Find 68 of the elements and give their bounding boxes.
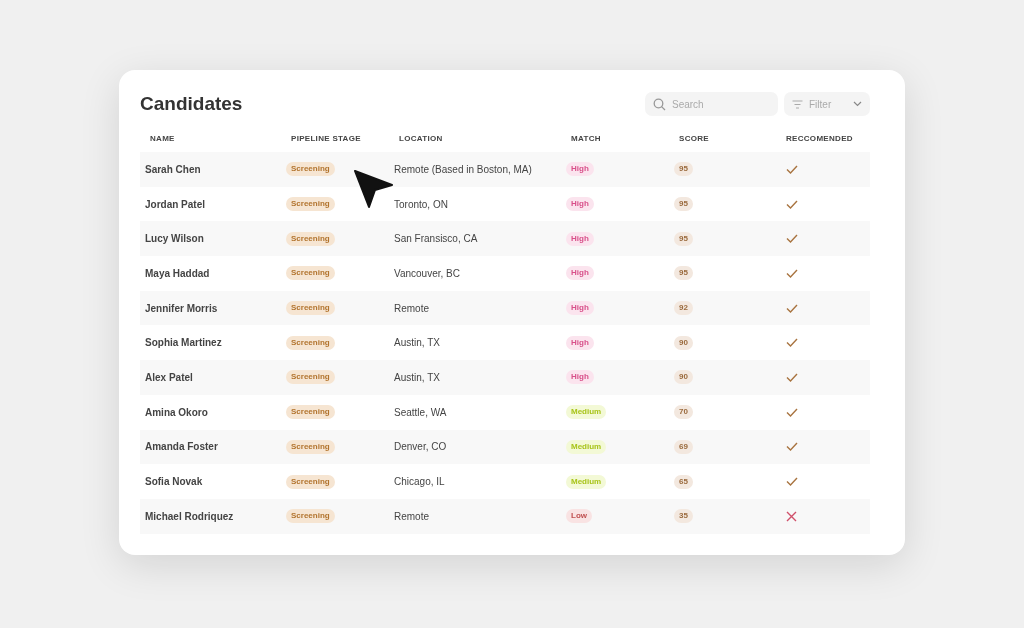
pointer-cursor-icon [354,170,394,208]
column-header: NAME [149,134,176,145]
candidate-name: Amina Okoro [145,406,208,418]
candidate-name: Alex Patel [145,371,193,383]
match-badge: Medium [566,405,607,420]
stage-badge: Screening [286,335,335,350]
match-badge: Medium [566,474,607,489]
filter-dropdown[interactable]: Filter [784,92,870,116]
score-badge: 35 [674,509,693,524]
stage-badge: Screening [286,370,335,385]
match-badge: High [566,266,594,281]
location-text: Denver, CO [394,441,447,453]
column-header: LOCATION [398,134,444,145]
candidate-name: Lucy Wilson [145,233,204,245]
stage-badge: Screening [286,197,335,212]
candidate-name: Sarah Chen [145,163,201,175]
search-icon [653,97,666,111]
location-text: Vancouver, BC [394,267,460,279]
candidate-name: Sophia Martinez [145,337,222,349]
score-badge: 92 [674,301,693,316]
location-text: Remote [394,302,429,314]
score-badge: 95 [674,266,693,281]
column-header: SCORE [678,134,710,145]
filter-icon [792,99,803,109]
candidate-name: Michael Rodriquez [145,510,234,522]
match-badge: Low [566,509,592,524]
score-badge: 69 [674,439,693,454]
location-text: San Fransisco, CA [394,233,478,245]
location-text: Austin, TX [394,371,440,383]
stage-badge: Screening [286,266,335,281]
candidate-name: Amanda Foster [145,441,218,453]
column-header: MATCH [570,134,602,145]
column-header: PIPELINE STAGE [290,134,362,145]
stage-badge: Screening [286,509,335,524]
stage-badge: Screening [286,231,335,246]
score-badge: 90 [674,335,693,350]
location-text: Toronto, ON [394,198,448,210]
match-badge: High [566,301,594,316]
match-badge: High [566,197,594,212]
candidate-name: Maya Haddad [145,267,210,279]
column-header: RECCOMENDED [785,134,854,145]
candidate-name: Jennifer Morris [145,302,218,314]
candidate-name: Jordan Patel [145,198,206,210]
location-text: Seattle, WA [394,406,447,418]
score-badge: 90 [674,370,693,385]
match-badge: High [566,162,594,177]
score-badge: 95 [674,162,693,177]
candidate-name: Sofia Novak [145,476,203,488]
location-text: Remote [394,510,429,522]
score-badge: 95 [674,197,693,212]
stage-badge: Screening [286,162,335,177]
score-badge: 70 [674,405,693,420]
stage-badge: Screening [286,301,335,316]
match-badge: High [566,370,594,385]
stage-badge: Screening [286,474,335,489]
match-badge: High [566,231,594,246]
stage-badge: Screening [286,405,335,420]
page-title: Candidates [140,93,244,115]
location-text: Austin, TX [394,337,440,349]
match-badge: High [566,335,594,350]
location-text: Remote (Based in Boston, MA) [394,163,532,175]
search-field[interactable]: Search [645,92,778,116]
location-text: Chicago, IL [394,476,445,488]
chevron-down-icon [853,101,862,107]
score-badge: 65 [674,474,693,489]
match-badge: Medium [566,439,607,454]
score-badge: 95 [674,231,693,246]
stage-badge: Screening [286,439,335,454]
